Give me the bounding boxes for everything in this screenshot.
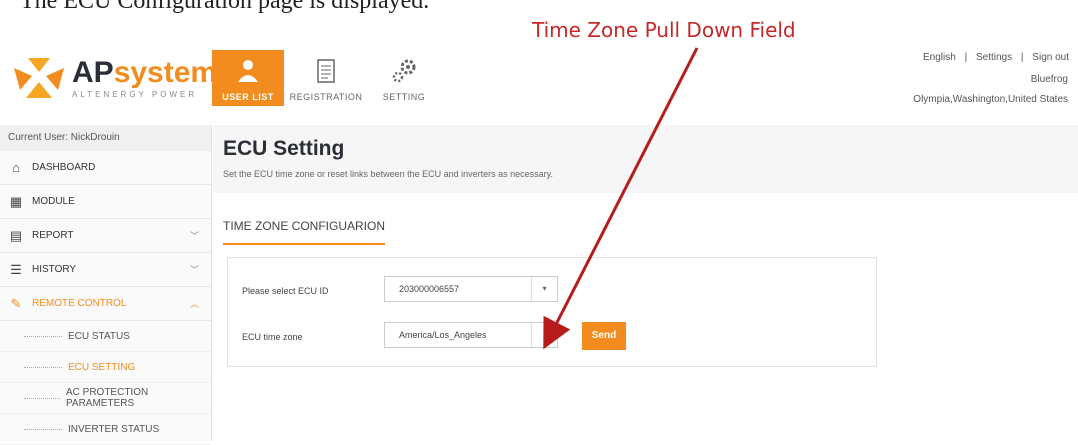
time-zone-select[interactable]: America/Los_Angeles xyxy=(384,322,558,348)
sidebar-item-label: REMOTE CONTROL xyxy=(32,298,127,309)
grid-icon: ▦ xyxy=(9,193,23,209)
subitem-inverter-status[interactable]: INVERTER STATUS xyxy=(0,414,211,445)
ecu-id-label: Please select ECU ID xyxy=(242,286,329,296)
settings-link[interactable]: Settings xyxy=(976,52,1012,63)
language-link[interactable]: English xyxy=(923,52,956,63)
nav-label: USER LIST xyxy=(222,92,274,102)
nav-setting[interactable]: SETTING xyxy=(368,50,440,106)
sidebar-item-label: DASHBOARD xyxy=(32,162,96,173)
subitem-ecu-status[interactable]: ECU STATUS xyxy=(0,321,211,352)
sidebar-item-remote-control[interactable]: ✎ REMOTE CONTROL ︿ xyxy=(0,287,211,321)
wrench-icon: ✎ xyxy=(10,295,22,311)
subitem-label: AC PROTECTION PARAMETERS xyxy=(65,387,149,409)
database-icon: ☰ xyxy=(10,261,22,277)
nav-label: REGISTRATION xyxy=(289,92,363,102)
sidebar-item-module[interactable]: ▦ MODULE xyxy=(0,185,211,219)
subitem-label: INVERTER STATUS xyxy=(68,423,160,435)
timezone-panel: Please select ECU ID 203000006557 ▾ ECU … xyxy=(227,257,877,367)
chevron-down-icon: ﹀ xyxy=(189,231,199,241)
chevron-down-icon[interactable]: ▾ xyxy=(531,277,557,301)
ecu-id-select[interactable]: 203000006557 ▾ xyxy=(384,276,558,302)
tree-line xyxy=(24,366,62,368)
page-subtitle: Set the ECU time zone or reset links bet… xyxy=(223,169,553,179)
sidebar-item-label: MODULE xyxy=(32,196,75,207)
logo-mark-icon xyxy=(10,56,68,100)
brand-tagline: ALTENERGY POWER xyxy=(72,89,198,99)
page-title: ECU Setting xyxy=(223,137,345,160)
document-icon xyxy=(315,50,337,92)
current-user: Current User: NickDrouin xyxy=(0,125,211,151)
tree-line xyxy=(24,397,60,399)
annotation-label: Time Zone Pull Down Field xyxy=(532,18,796,42)
send-button[interactable]: Send xyxy=(582,322,626,350)
sidebar-item-report[interactable]: ▤ REPORT ﹀ xyxy=(0,219,211,253)
main-content: ECU Setting Set the ECU time zone or res… xyxy=(213,125,1078,441)
sidebar-item-history[interactable]: ☰ HISTORY ﹀ xyxy=(0,253,211,287)
chevron-down-icon[interactable] xyxy=(531,323,557,347)
time-zone-label: ECU time zone xyxy=(242,332,303,342)
sidebar-item-label: REPORT xyxy=(32,230,74,241)
separator: | xyxy=(964,52,968,63)
chevron-up-icon: ︿ xyxy=(189,299,199,309)
subitem-ac-protection[interactable]: AC PROTECTION PARAMETERS xyxy=(0,383,211,414)
chevron-down-icon: ﹀ xyxy=(189,265,199,275)
document-caption: The ECU Configuration page is displayed. xyxy=(20,0,430,14)
signout-link[interactable]: Sign out xyxy=(1032,52,1069,63)
home-icon: ⌂ xyxy=(12,160,20,175)
subitem-label: ECU STATUS xyxy=(68,330,130,342)
tree-line xyxy=(24,335,62,337)
brand-ap: AP xyxy=(72,55,114,89)
report-icon: ▤ xyxy=(9,227,23,243)
nav-label: SETTING xyxy=(382,92,426,102)
gears-icon xyxy=(389,50,419,92)
sidebar-item-label: HISTORY xyxy=(32,264,77,275)
top-nav: USER LIST REGISTRATION SETTING xyxy=(212,50,446,106)
nav-user-list[interactable]: USER LIST xyxy=(212,50,284,106)
top-links: English | Settings | Sign out xyxy=(920,52,1072,63)
sidebar: Current User: NickDrouin ⌂ DASHBOARD ▦ M… xyxy=(0,125,212,445)
time-zone-value: America/Los_Angeles xyxy=(399,330,487,340)
user-name: Bluefrog xyxy=(1030,74,1068,85)
subitem-ecu-setting[interactable]: ECU SETTING xyxy=(0,352,211,383)
nav-registration[interactable]: REGISTRATION xyxy=(290,50,362,106)
sidebar-item-dashboard[interactable]: ⌂ DASHBOARD xyxy=(0,151,211,185)
user-location: Olympia,Washington,United States xyxy=(913,94,1068,105)
app-header: APsystems ALTENERGY POWER USER LIST REGI… xyxy=(0,44,1078,120)
tree-line xyxy=(24,428,62,430)
section-title: TIME ZONE CONFIGUARION xyxy=(223,219,385,245)
separator: | xyxy=(1020,52,1024,63)
ecu-id-value: 203000006557 xyxy=(399,284,460,294)
apsystems-logo[interactable]: APsystems ALTENERGY POWER xyxy=(10,56,234,100)
subitem-label: ECU SETTING xyxy=(68,361,136,373)
users-icon xyxy=(234,50,262,92)
content-area: TIME ZONE CONFIGUARION Please select ECU… xyxy=(213,193,1078,441)
